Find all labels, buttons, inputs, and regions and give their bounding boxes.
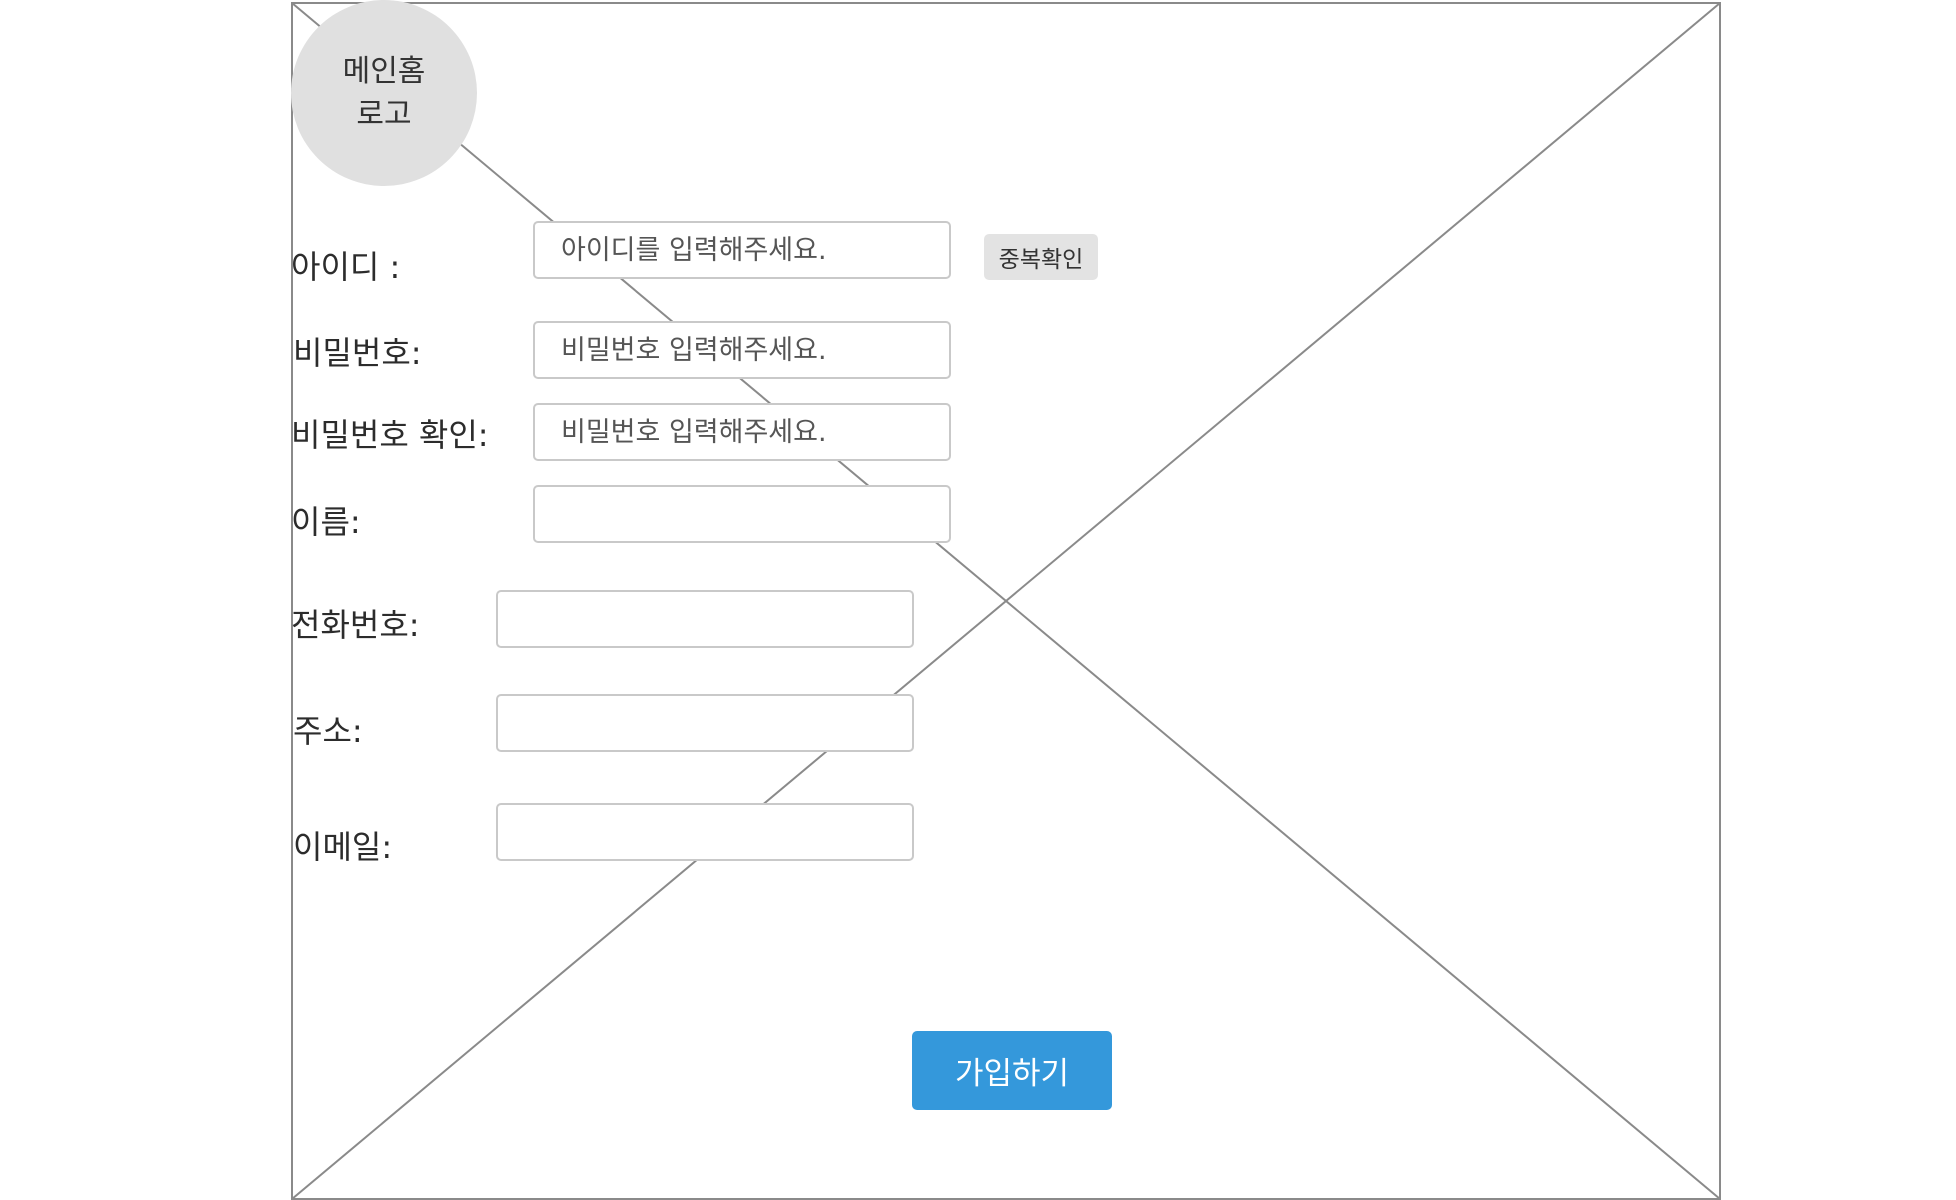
id-label: 아이디 : <box>291 248 401 286</box>
address-label: 주소: <box>293 712 363 750</box>
signup-submit-button[interactable]: 가입하기 <box>912 1031 1112 1110</box>
phone-label: 전화번호: <box>291 606 420 644</box>
password-label: 비밀번호: <box>293 334 422 372</box>
password-input[interactable] <box>533 321 951 379</box>
name-label: 이름: <box>291 503 361 541</box>
email-label: 이메일: <box>293 828 393 866</box>
password-confirm-input[interactable] <box>533 403 951 461</box>
address-input[interactable] <box>496 694 914 752</box>
phone-input[interactable] <box>496 590 914 648</box>
duplicate-check-button[interactable]: 중복확인 <box>984 234 1098 280</box>
signup-page: 메인홈 로고 아이디 : 중복확인 비밀번호: 비밀번호 확인: 이름: 전화번… <box>0 0 1956 1200</box>
email-input[interactable] <box>496 803 914 861</box>
main-home-logo[interactable]: 메인홈 로고 <box>291 0 477 186</box>
name-input[interactable] <box>533 485 951 543</box>
password-confirm-label: 비밀번호 확인: <box>291 416 489 454</box>
id-input[interactable] <box>533 221 951 279</box>
